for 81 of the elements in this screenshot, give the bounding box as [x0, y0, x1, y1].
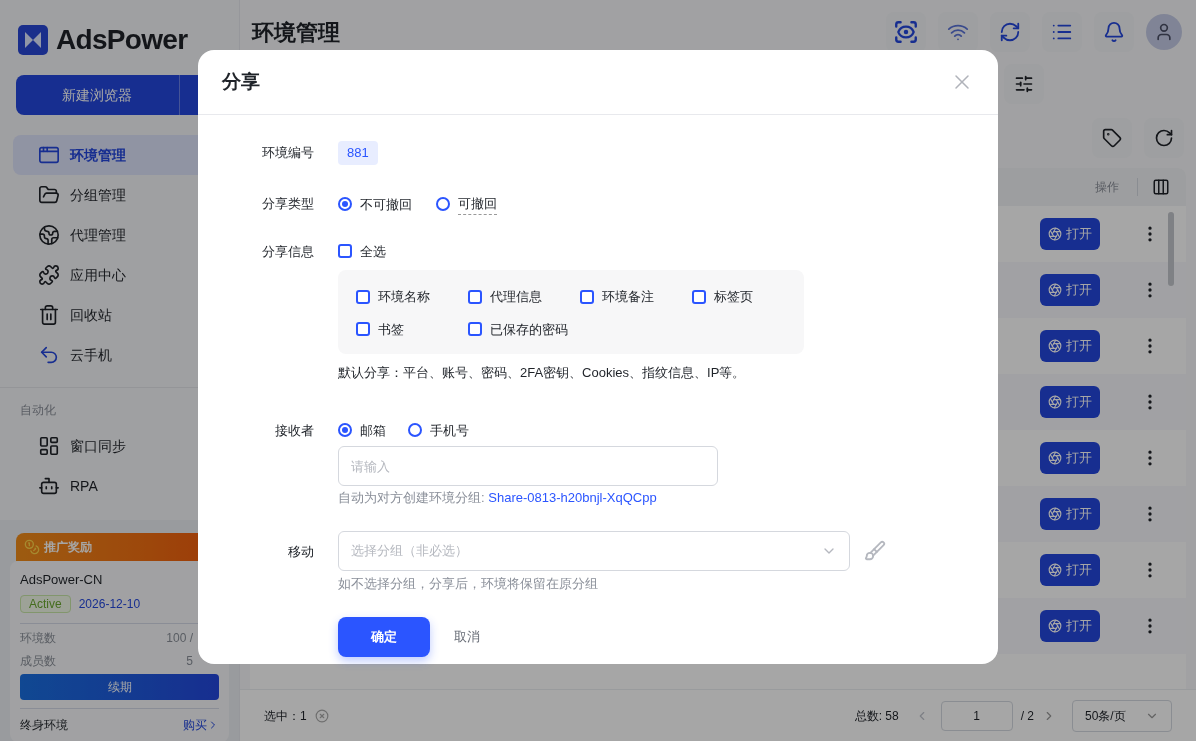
checkbox-option[interactable]: 书签	[356, 319, 468, 339]
aperture-icon	[1048, 563, 1062, 577]
aperture-icon	[1048, 339, 1062, 353]
field-label: 分享信息	[261, 242, 314, 261]
aperture-icon	[1048, 451, 1062, 465]
field-label: 环境编号	[261, 144, 314, 162]
aperture-icon	[1048, 507, 1062, 521]
aperture-icon	[1048, 283, 1062, 297]
open-button[interactable]: 打开	[1040, 330, 1100, 362]
env-id-tag: 881	[338, 141, 378, 165]
open-button[interactable]: 打开	[1040, 610, 1100, 642]
open-button[interactable]: 打开	[1040, 386, 1100, 418]
aperture-icon	[1048, 227, 1062, 241]
open-button[interactable]: 打开	[1040, 274, 1100, 306]
default-share-note: 默认分享：平台、账号、密码、2FA密钥、Cookies、指纹信息、IP等。	[338, 364, 747, 382]
checkbox-option[interactable]: 全选	[338, 241, 804, 261]
aperture-icon	[1048, 619, 1062, 633]
cancel-button[interactable]: 取消	[454, 627, 480, 647]
move-hint: 如不选择分组，分享后，环境将保留在原分组	[338, 574, 599, 593]
puzzle-icon	[38, 264, 60, 286]
open-button[interactable]: 打开	[1040, 554, 1100, 586]
logo-icon	[18, 24, 48, 55]
field-label: 分享类型	[261, 195, 314, 213]
stat-label: 环境数	[20, 629, 56, 647]
account-name: AdsPower-CN	[20, 571, 104, 589]
radio-option[interactable]: 可撤回	[436, 194, 497, 215]
section-label: 自动化	[19, 402, 57, 419]
stat-value: 100 /	[166, 629, 193, 647]
receiver-input[interactable]: 请输入	[338, 446, 718, 486]
confirm-button[interactable]: 确定	[338, 617, 430, 657]
window-icon	[38, 144, 60, 166]
lifetime-label: 终身环境	[20, 716, 68, 734]
folder-icon	[38, 184, 60, 206]
coin-icon	[24, 539, 40, 555]
selected-count: 选中：1	[264, 707, 307, 725]
open-button[interactable]: 打开	[1040, 498, 1100, 530]
robot-icon	[38, 475, 60, 497]
trash-icon	[38, 304, 60, 326]
vertical-scrollbar[interactable]	[1168, 212, 1174, 286]
page-count: / 2	[1020, 707, 1034, 725]
nav-item[interactable]: RPA	[13, 466, 226, 506]
nav-item[interactable]: 云手机	[13, 335, 226, 375]
nav-item[interactable]: 代理管理	[13, 215, 226, 255]
radio-option[interactable]: 不可撤回	[338, 194, 412, 215]
group-hint: 自动为对方创建环境分组:	[338, 490, 486, 505]
nav-item[interactable]: 回收站	[13, 295, 226, 335]
buy-link[interactable]: 购买	[183, 715, 219, 734]
field-label: 移动	[287, 542, 314, 561]
stat-label: 成员数	[20, 652, 56, 670]
open-button[interactable]: 打开	[1040, 218, 1100, 250]
avatar[interactable]	[1146, 14, 1182, 50]
nav-item[interactable]: 应用中心	[13, 255, 226, 295]
nav-item[interactable]: 窗口同步	[13, 426, 226, 466]
checkbox-option[interactable]: 环境名称	[356, 287, 468, 307]
status-badge: Active	[20, 594, 71, 613]
total-count: 总数: 58	[854, 707, 899, 725]
checkbox-option[interactable]: 已保存的密码	[468, 319, 580, 339]
radio-option[interactable]: 邮箱	[338, 420, 386, 440]
page-input[interactable]: 1	[940, 700, 1013, 731]
page-title: 环境管理	[252, 18, 340, 47]
globe-icon	[38, 224, 60, 246]
nav-item[interactable]: 分组管理	[13, 175, 226, 215]
radio-option[interactable]: 手机号	[408, 420, 469, 440]
undo-arrow-icon	[38, 344, 60, 366]
stat-value: 5	[186, 652, 193, 670]
columns-icon[interactable]	[1152, 178, 1170, 196]
aperture-icon	[1048, 395, 1062, 409]
new-browser-button[interactable]: 新建浏览器	[16, 75, 180, 115]
column-header: 操作	[1095, 178, 1138, 196]
field-label: 接收者	[274, 421, 314, 440]
dialog-title: 分享	[222, 69, 260, 94]
layout-icon	[38, 435, 60, 457]
group-name: Share-0813-h20bnjl-XqQCpp	[488, 490, 657, 505]
checkbox-option[interactable]: 标签页	[692, 287, 804, 307]
expiry-date: 2026-12-10	[78, 595, 141, 613]
checkbox-option[interactable]: 环境备注	[580, 287, 692, 307]
checkbox-option[interactable]: 代理信息	[468, 287, 580, 307]
open-button[interactable]: 打开	[1040, 442, 1100, 474]
logo-text: AdsPower	[56, 22, 188, 57]
renew-button[interactable]: 续期	[20, 673, 219, 700]
page-size-select[interactable]: 50条/页	[1072, 699, 1172, 732]
